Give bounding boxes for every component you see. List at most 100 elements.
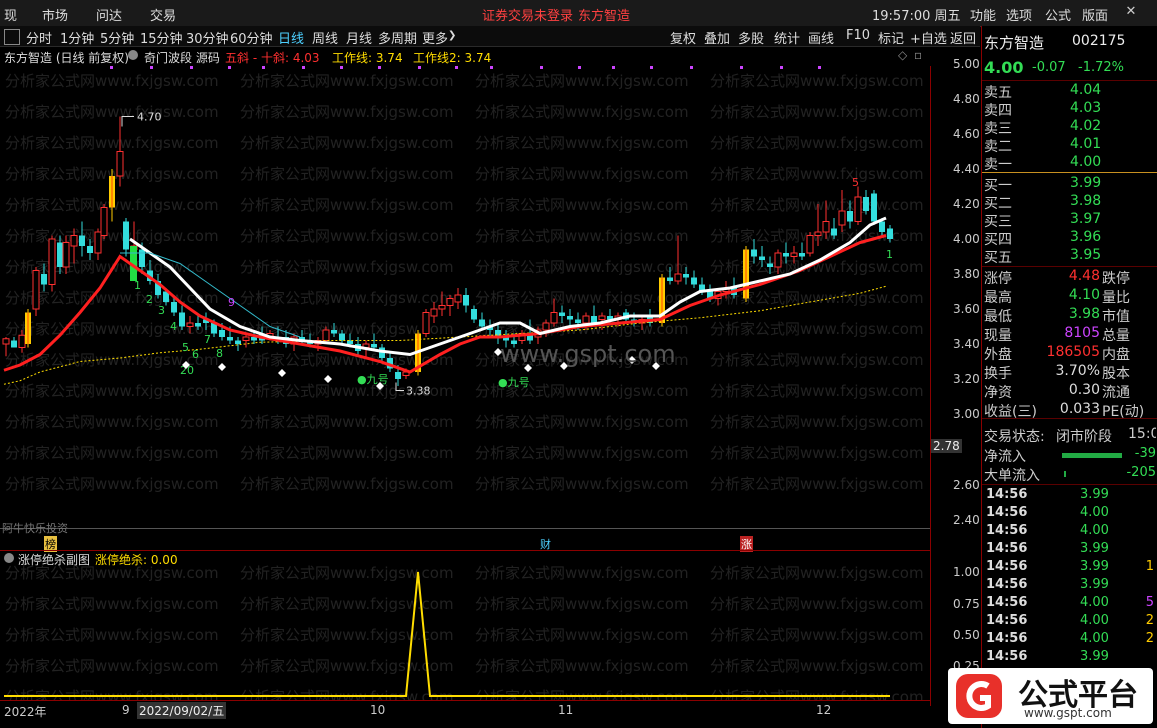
signal-dot (455, 66, 458, 69)
candlestick-chart[interactable]: 分析家公式网www.fxjgsw.com 分析家公式网www.fxjgsw.com… (0, 66, 930, 530)
toolbar-return[interactable]: 返回 (950, 28, 976, 47)
toolbar-tongji[interactable]: 统计 (774, 28, 800, 47)
stat-value: 4.48 (1068, 268, 1100, 284)
sequence-number: 1 (886, 248, 893, 261)
maximize-icon[interactable]: ▫ (914, 48, 922, 62)
stat-label: 外盘 (984, 347, 1012, 363)
period-monthly[interactable]: 月线 (346, 28, 372, 47)
stat-label-2: 跌停 (1102, 271, 1130, 287)
tick-row: 14:56 3.99 (982, 487, 1157, 505)
nine-signal: ●九号 (498, 376, 530, 389)
watermark-text: 分析家公式网www.fxjgsw.com (710, 320, 924, 338)
signal-dot (690, 66, 693, 69)
toolbar-duogu[interactable]: 多股 (738, 28, 764, 47)
watermark-text: 分析家公式网www.fxjgsw.com (710, 134, 924, 152)
formula-name[interactable]: 奇门波段 源码 (144, 49, 220, 66)
watermark-text: 分析家公式网www.fxjgsw.com (240, 72, 454, 90)
stat-label: 现量 (984, 328, 1012, 344)
candle-stripe (27, 312, 29, 344)
y-label: 2.60 (953, 478, 980, 492)
candle-body (195, 323, 201, 327)
watermark-text: 分析家公式网www.fxjgsw.com (5, 103, 219, 121)
toolbar-zixuan[interactable]: +自选 (910, 28, 947, 47)
tick-volume: 2 (1145, 613, 1154, 628)
menu-now[interactable]: 现 (4, 5, 17, 24)
candle-body (879, 221, 885, 232)
bid-label: 买五 (984, 250, 1012, 266)
toolbar-diejia[interactable]: 叠加 (704, 28, 730, 47)
candle-body (227, 337, 233, 341)
ask-label: 卖二 (984, 139, 1012, 155)
period-fenshi[interactable]: 分时 (26, 28, 52, 47)
side-change: -0.07 (1032, 60, 1066, 75)
sub-indicator-chart[interactable]: 分析家公式网www.fxjgsw.com 分析家公式网www.fxjgsw.com… (0, 550, 930, 700)
trade-time: 15:0 (1128, 426, 1156, 442)
candle-body (235, 340, 241, 344)
toolbar-biaoji[interactable]: 标记 (878, 28, 904, 47)
login-warning[interactable]: 证券交易未登录 (482, 5, 573, 24)
period-multi[interactable]: 多周期 (378, 28, 417, 47)
ask-price: 4.02 (1070, 118, 1102, 134)
tick-row: 14:56 4.00 2 (982, 613, 1157, 631)
watermark-text: 分析家公式网www.fxjgsw.com (475, 103, 689, 121)
watermark-text: 分析家公式网www.fxjgsw.com (5, 564, 219, 582)
bid-label: 买一 (984, 178, 1012, 194)
candle-body (854, 196, 862, 222)
stat-value: 0.30 (1068, 382, 1100, 398)
sequence-number: 1 (134, 279, 141, 292)
menu-options[interactable]: 选项 (1006, 5, 1032, 24)
dropdown-icon[interactable] (128, 50, 138, 60)
signal-dot (818, 66, 821, 69)
watermark-text: 分析家公式网www.fxjgsw.com (5, 444, 219, 462)
high-label: 4.70 (137, 111, 162, 124)
trade-state: 闭市阶段 (1056, 429, 1112, 445)
menu-function[interactable]: 功能 (970, 5, 996, 24)
candle-body (463, 295, 469, 306)
watermark-text: 分析家公式网www.fxjgsw.com (710, 289, 924, 307)
menu-market[interactable]: 市场 (42, 5, 68, 24)
chevron-right-icon[interactable]: ❯ (448, 30, 456, 41)
watermark-text: 分析家公式网www.fxjgsw.com (475, 196, 689, 214)
bid-row: 买一 3.99 (982, 175, 1157, 194)
candle-body (691, 277, 697, 285)
sequence-number: 5 (852, 176, 859, 189)
period-5min[interactable]: 5分钟 (100, 28, 134, 47)
period-60min[interactable]: 60分钟 (230, 28, 273, 47)
period-daily[interactable]: 日线 (278, 28, 304, 47)
formula-value-2: 工作线: 3.74 (332, 51, 403, 65)
ask-price: 4.04 (1070, 82, 1102, 98)
menu-trade[interactable]: 交易 (150, 5, 176, 24)
stat-label-2: 量比 (1102, 290, 1130, 306)
period-30min[interactable]: 30分钟 (186, 28, 229, 47)
menu-wenda[interactable]: 问达 (96, 5, 122, 24)
candle-body (347, 340, 353, 344)
sub-y-label: 0.75 (953, 597, 980, 611)
menu-formula[interactable]: 公式 (1045, 5, 1071, 24)
watermark-text: 分析家公式网www.fxjgsw.com (5, 134, 219, 152)
stat-value: 3.70% (1055, 363, 1100, 379)
signal-dot (190, 66, 193, 69)
signal-dot (340, 66, 343, 69)
toolbar-f10[interactable]: F10 (846, 28, 870, 43)
toolbar-huaxian[interactable]: 画线 (808, 28, 834, 47)
period-15min[interactable]: 15分钟 (140, 28, 183, 47)
diamond-icon[interactable]: ◇ (898, 48, 907, 62)
tick-row: 14:56 4.00 (982, 505, 1157, 523)
menu-layout[interactable]: 版面 (1082, 5, 1108, 24)
watermark-text: 分析家公式网www.fxjgsw.com (710, 165, 924, 183)
toolbar-fuquan[interactable]: 复权 (670, 28, 696, 47)
period-1min[interactable]: 1分钟 (60, 28, 94, 47)
period-more[interactable]: 更多 (422, 28, 448, 47)
stat-label-2: 内盘 (1102, 347, 1130, 363)
panel-toggle-icon[interactable] (4, 29, 20, 45)
side-stock-code: 002175 (1072, 33, 1126, 49)
bid-row: 买五 3.95 (982, 247, 1157, 266)
close-icon[interactable]: ✕ (1122, 4, 1140, 20)
net-inflow: -39 (1134, 446, 1156, 461)
watermark-text: 分析家公式网www.fxjgsw.com (710, 382, 924, 400)
period-weekly[interactable]: 周线 (312, 28, 338, 47)
watermark-text: 分析家公式网www.fxjgsw.com (710, 196, 924, 214)
clock: 19:57:00 周五 (872, 9, 961, 24)
side-pct: -1.72% (1078, 60, 1124, 75)
ask-price: 4.03 (1070, 100, 1102, 116)
